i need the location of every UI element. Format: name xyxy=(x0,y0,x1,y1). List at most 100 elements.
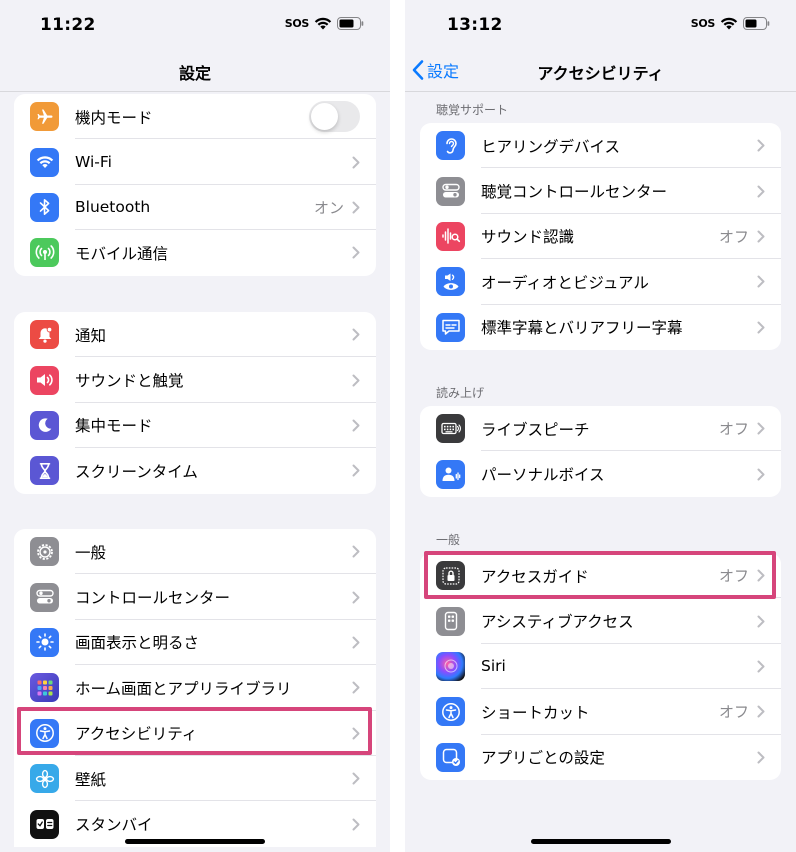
airplane-mode-toggle[interactable] xyxy=(309,101,360,133)
row-hearing-devices[interactable]: ヒアリングデバイス xyxy=(420,123,781,169)
row-label: Bluetooth xyxy=(75,198,151,217)
row-wifi[interactable]: Wi-Fi xyxy=(14,139,376,185)
status-bar: 13:12 SOS xyxy=(405,0,796,52)
row-hearing-control-center[interactable]: 聴覚コントロールセンター xyxy=(420,168,781,214)
caption-bubble-icon xyxy=(436,312,465,342)
accessibility-group-general: アクセスガイド オフ アシスティブアクセス Siri ショートカット オフ アプ… xyxy=(420,553,781,780)
chevron-right-icon xyxy=(352,545,360,558)
chevron-right-icon xyxy=(757,230,765,243)
row-value: オフ xyxy=(718,420,749,439)
row-value: オフ xyxy=(718,703,749,722)
status-icons: SOS xyxy=(285,17,364,30)
accessibility-group-speech: ライブスピーチ オフ パーソナルボイス xyxy=(420,406,781,497)
row-control-center[interactable]: コントロールセンター xyxy=(14,574,376,620)
chevron-right-icon xyxy=(757,422,765,435)
row-sounds-haptics[interactable]: サウンドと触覚 xyxy=(14,357,376,403)
switches-icon xyxy=(30,582,59,612)
settings-group-notifications: 通知 サウンドと触覚 集中モード スクリーンタイム xyxy=(14,312,376,494)
bell-icon xyxy=(30,320,59,350)
sos-indicator: SOS xyxy=(284,17,310,30)
row-accessibility[interactable]: アクセシビリティ xyxy=(14,711,376,756)
toggle-knob xyxy=(311,103,338,131)
chevron-right-icon xyxy=(352,419,360,432)
speaker-eye-icon xyxy=(436,267,465,297)
moon-icon xyxy=(30,410,59,440)
row-assistive-access[interactable]: アシスティブアクセス xyxy=(420,598,781,644)
chevron-right-icon xyxy=(352,246,360,259)
section-header-hearing: 聴覚サポート xyxy=(436,103,509,117)
chevron-right-icon xyxy=(352,374,360,387)
section-header-general: 一般 xyxy=(436,533,461,547)
row-live-speech[interactable]: ライブスピーチ オフ xyxy=(420,406,781,452)
row-label: ヒアリングデバイス xyxy=(481,137,621,156)
row-label: スタンバイ xyxy=(75,816,153,835)
flower-icon xyxy=(30,764,59,794)
chevron-right-icon xyxy=(352,464,360,477)
status-bar: 11:22 SOS xyxy=(0,0,390,52)
row-label: オーディオとビジュアル xyxy=(481,273,649,292)
accessibility-icon xyxy=(436,697,465,727)
accessibility-group-hearing: ヒアリングデバイス 聴覚コントロールセンター サウンド認識 オフ オーディオとビ… xyxy=(420,123,781,350)
row-bluetooth[interactable]: Bluetooth オン xyxy=(14,185,376,231)
airplane-icon xyxy=(30,102,59,132)
chevron-right-icon xyxy=(757,275,765,288)
row-label: パーソナルボイス xyxy=(481,466,605,485)
chevron-right-icon xyxy=(757,615,765,628)
phone-grid-icon xyxy=(436,606,465,636)
row-label: ショートカット xyxy=(481,703,590,722)
row-label: スクリーンタイム xyxy=(75,462,198,481)
row-label: 集中モード xyxy=(75,417,153,436)
status-time: 11:22 xyxy=(40,15,96,35)
row-label: アクセシビリティ xyxy=(75,725,198,744)
accessibility-icon xyxy=(30,718,59,748)
row-value: オフ xyxy=(718,227,749,246)
chevron-right-icon xyxy=(757,705,765,718)
row-notifications[interactable]: 通知 xyxy=(14,312,376,358)
sos-indicator: SOS xyxy=(690,17,716,30)
row-value: オン xyxy=(313,198,344,217)
row-sound-recognition[interactable]: サウンド認識 オフ xyxy=(420,214,781,260)
row-label: 壁紙 xyxy=(75,770,107,789)
row-value: オフ xyxy=(718,567,749,586)
row-per-app-settings[interactable]: アプリごとの設定 xyxy=(420,735,781,780)
row-audio-visual[interactable]: オーディオとビジュアル xyxy=(420,259,781,305)
chevron-right-icon xyxy=(352,591,360,604)
chevron-right-icon xyxy=(352,328,360,341)
row-guided-access[interactable]: アクセスガイド オフ xyxy=(420,553,781,599)
battery-icon xyxy=(337,17,364,30)
chevron-right-icon xyxy=(757,468,765,481)
row-label: 機内モード xyxy=(75,108,153,127)
settings-group-connectivity: 機内モード Wi-Fi Bluetooth オン モバイル通信 xyxy=(14,94,376,276)
row-label: アプリごとの設定 xyxy=(481,749,605,768)
ear-icon xyxy=(436,131,465,161)
battery-icon xyxy=(743,17,770,30)
nav-title: 設定 xyxy=(178,64,211,83)
row-display-brightness[interactable]: 画面表示と明るさ xyxy=(14,620,376,666)
row-general[interactable]: 一般 xyxy=(14,529,376,575)
wifi-icon xyxy=(720,17,738,30)
switches-icon xyxy=(436,176,465,206)
row-cellular[interactable]: モバイル通信 xyxy=(14,230,376,275)
row-label: 画面表示と明るさ xyxy=(75,634,200,653)
waveform-search-icon xyxy=(436,221,465,251)
row-label: サウンド認識 xyxy=(481,228,575,247)
nav-bar: 設定 xyxy=(0,52,390,92)
wifi-settings-icon xyxy=(30,147,59,177)
row-home-screen[interactable]: ホーム画面とアプリライブラリ xyxy=(14,665,376,711)
row-label: アシスティブアクセス xyxy=(481,613,634,632)
nav-bar: 設定 アクセシビリティ xyxy=(405,52,796,92)
row-subtitles-captioning[interactable]: 標準字幕とバリアフリー字幕 xyxy=(420,305,781,350)
status-time: 13:12 xyxy=(447,15,503,35)
row-siri[interactable]: Siri xyxy=(420,644,781,690)
row-screen-time[interactable]: スクリーンタイム xyxy=(14,448,376,493)
chevron-right-icon xyxy=(352,156,360,169)
chevron-right-icon xyxy=(757,660,765,673)
wifi-icon xyxy=(314,17,332,30)
row-accessibility-shortcut[interactable]: ショートカット オフ xyxy=(420,689,781,735)
row-personal-voice[interactable]: パーソナルボイス xyxy=(420,451,781,496)
row-airplane-mode[interactable]: 機内モード xyxy=(14,94,376,140)
row-wallpaper[interactable]: 壁紙 xyxy=(14,756,376,802)
row-label: 標準字幕とバリアフリー字幕 xyxy=(481,319,683,338)
chevron-right-icon xyxy=(352,727,360,740)
row-focus[interactable]: 集中モード xyxy=(14,403,376,449)
